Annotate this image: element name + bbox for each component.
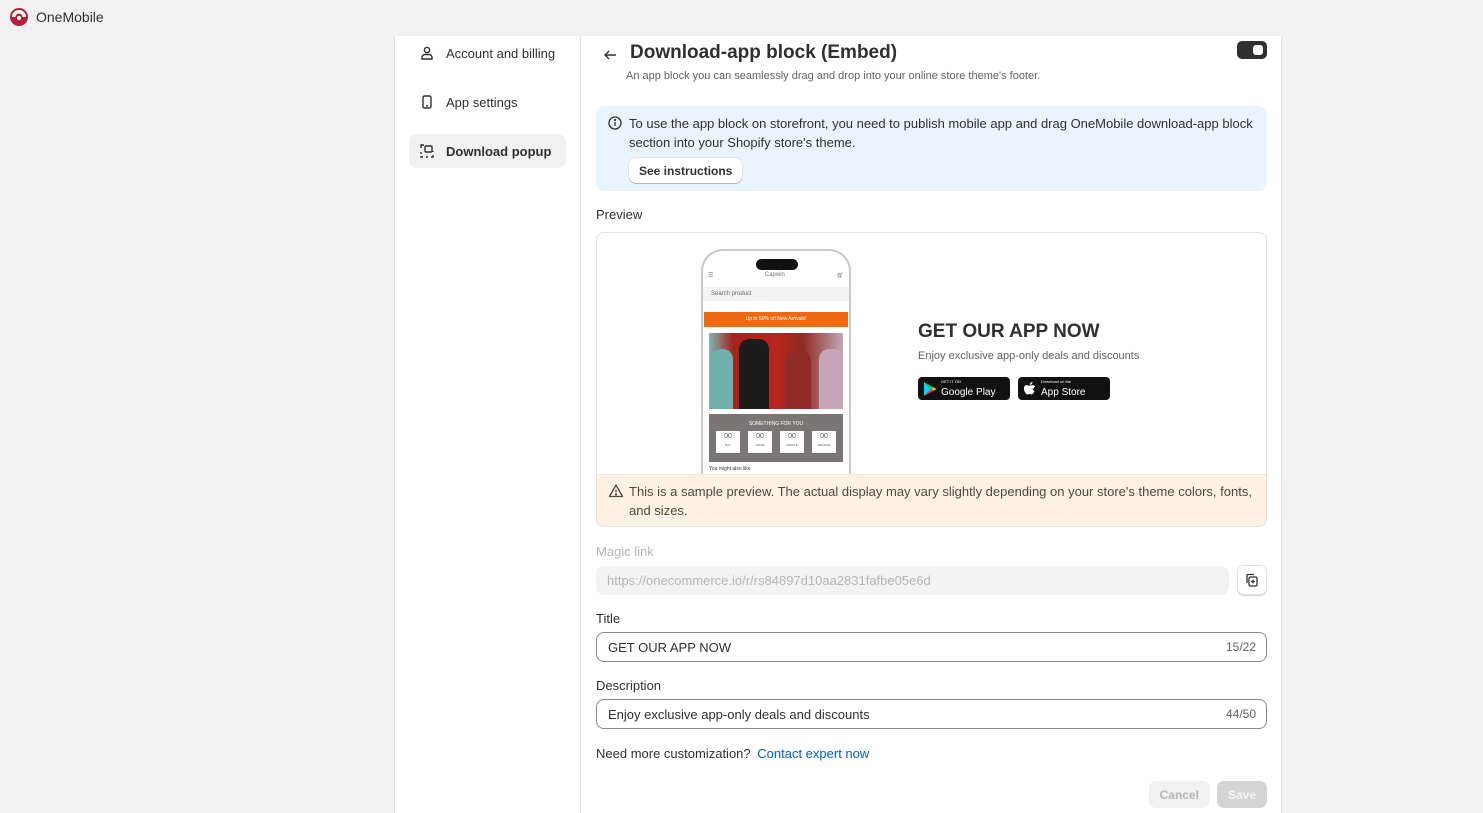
info-icon <box>608 116 622 130</box>
toggle-knob <box>1253 45 1263 55</box>
top-bar: OneMobile <box>0 0 1483 34</box>
cancel-button[interactable]: Cancel <box>1148 781 1210 808</box>
arrow-left-icon <box>604 50 616 60</box>
magic-link-row: https://onecommerce.io/r/rs84897d10aa283… <box>596 565 1267 595</box>
warning-icon <box>608 484 624 498</box>
title-label: Title <box>596 611 621 626</box>
warning-banner: This is a sample preview. The actual dis… <box>597 474 1266 526</box>
magic-link-label: Magic link <box>596 544 654 559</box>
copy-icon <box>1246 573 1258 587</box>
countdown-cell: 00 MINUTE <box>780 431 804 453</box>
phone-hero-image <box>709 333 843 409</box>
phone-footer-text: You might also like <box>709 466 751 472</box>
promo-description: Enjoy exclusive app-only deals and disco… <box>918 350 1140 362</box>
google-play-small: GET IT ON <box>941 378 961 384</box>
sidebar-item-label: App settings <box>446 94 518 110</box>
phone-store-name: Capwin <box>764 272 785 278</box>
back-button[interactable] <box>600 45 620 65</box>
see-instructions-button[interactable]: See instructions <box>629 158 743 183</box>
app-store-badge[interactable]: Download on the App Store <box>1018 377 1110 400</box>
sidebar-item-app-settings[interactable]: App settings <box>409 85 566 119</box>
save-button[interactable]: Save <box>1216 781 1267 808</box>
app-store-small: Download on the <box>1041 378 1072 384</box>
magic-link-input[interactable]: https://onecommerce.io/r/rs84897d10aa283… <box>596 565 1229 595</box>
preview-box: ☰ Capwin 🛒︎ Search product Up to 50% off… <box>596 232 1267 527</box>
phone-header: ☰ Capwin 🛒︎ <box>708 272 844 282</box>
countdown-cell: 00 HOUR <box>748 431 772 453</box>
onemobile-logo-icon <box>10 8 28 26</box>
popup-icon <box>419 143 435 159</box>
hero-figure <box>739 339 769 409</box>
embed-toggle[interactable] <box>1237 41 1267 59</box>
page-title: Download-app block (Embed) <box>630 42 898 63</box>
warning-text: This is a sample preview. The actual dis… <box>629 484 1252 518</box>
hero-figure <box>819 349 843 409</box>
form-actions: Cancel Save <box>1148 781 1267 808</box>
cart-icon: 🛒︎ <box>836 273 844 279</box>
page-header: Download-app block (Embed) <box>596 42 1267 65</box>
info-banner-text: To use the app block on storefront, you … <box>629 116 1253 150</box>
sidebar-item-account-billing[interactable]: Account and billing <box>409 36 566 70</box>
contact-expert-link[interactable]: Contact expert now <box>757 746 869 761</box>
app-store-big: App Store <box>1041 386 1086 398</box>
sidebar-item-download-popup[interactable]: Download popup <box>409 134 566 168</box>
google-play-badge[interactable]: GET IT ON Google Play <box>918 377 1010 400</box>
app-name: OneMobile <box>36 9 104 25</box>
sidebar-item-label: Download popup <box>446 143 552 159</box>
phone-countdown: SOMETHING FOR YOU 00 DAY 00 HOUR 00 MINUTE … <box>709 414 843 462</box>
description-input[interactable]: Enjoy exclusive app-only deals and disco… <box>596 699 1267 729</box>
mobile-icon <box>419 94 435 110</box>
description-char-counter: 44/50 <box>1225 707 1256 721</box>
info-banner: To use the app block on storefront, you … <box>596 106 1267 191</box>
menu-icon: ☰ <box>708 273 714 279</box>
phone-search: Search product <box>703 287 849 301</box>
description-input-value: Enjoy exclusive app-only deals and disco… <box>608 706 870 722</box>
apple-icon <box>1024 381 1036 395</box>
hero-figure <box>785 351 811 409</box>
sidebar: Account and billing App settings Downloa… <box>395 36 581 813</box>
title-input[interactable]: GET OUR APP NOW 15/22 <box>596 632 1267 662</box>
hero-figure <box>711 349 733 409</box>
help-text: Need more customization? <box>596 746 751 761</box>
sidebar-item-label: Account and billing <box>446 45 556 61</box>
title-input-value: GET OUR APP NOW <box>608 639 732 655</box>
help-row: Need more customization? Contact expert … <box>596 746 1267 761</box>
countdown-cell: 00 SECOND <box>812 431 836 453</box>
store-badges: GET IT ON Google Play Download on the App … <box>918 377 1110 400</box>
phone-mockup: ☰ Capwin 🛒︎ Search product Up to 50% off… <box>701 249 851 489</box>
settings-card: Account and billing App settings Downloa… <box>394 36 1282 813</box>
description-label: Description <box>596 678 662 693</box>
phone-promo-bar: Up to 50% off New Arrivals! <box>704 312 848 327</box>
title-char-counter: 15/22 <box>1225 640 1256 654</box>
phone-notch <box>756 259 798 270</box>
person-icon <box>419 45 435 61</box>
promo-title: GET OUR APP NOW <box>918 321 1100 342</box>
copy-link-button[interactable] <box>1237 565 1267 595</box>
countdown-title: SOMETHING FOR YOU <box>748 421 804 427</box>
main-content: Download-app block (Embed) An app block … <box>581 36 1281 813</box>
page-subtitle: An app block you can seamlessly drag and… <box>626 70 1041 82</box>
preview-label: Preview <box>596 207 643 222</box>
google-play-icon <box>924 381 937 396</box>
countdown-cell: 00 DAY <box>716 431 740 453</box>
google-play-big: Google Play <box>941 386 996 398</box>
